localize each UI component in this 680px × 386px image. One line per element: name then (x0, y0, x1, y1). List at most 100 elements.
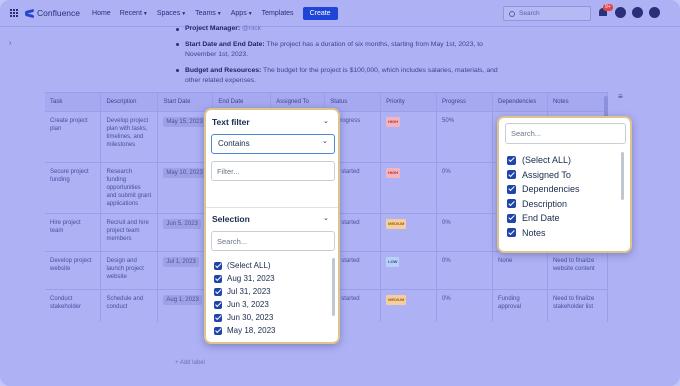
col-header-description[interactable]: Description (100, 93, 159, 112)
cell-task[interactable]: Conduct stakeholder (45, 289, 102, 322)
option-label: Jul 31, 2023 (227, 287, 271, 296)
nav-teams[interactable]: Teams▼ (195, 10, 222, 17)
selection-search-placeholder: Search... (217, 237, 248, 246)
cell-task[interactable]: Develop project website (45, 251, 102, 290)
checkbox-checked-icon[interactable] (214, 287, 222, 296)
cell-task[interactable]: Secure project funding (45, 162, 102, 214)
list-scrollbar[interactable] (332, 258, 335, 316)
column-list: (Select ALL) Assigned To Dependencies De… (507, 153, 619, 245)
option-label: May 18, 2023 (227, 326, 276, 335)
list-item: Budget and Resources: The budget for the… (175, 66, 505, 87)
filter-input[interactable]: Filter... (211, 161, 335, 181)
table-side-menu-icon[interactable]: ≡ (618, 92, 628, 101)
nav-home[interactable]: Home (92, 10, 111, 17)
chevron-down-icon: ▼ (142, 10, 148, 17)
cell-dependencies[interactable]: Funding approval (492, 289, 548, 322)
col-header-start-date[interactable]: Start Date (157, 93, 214, 112)
cell-description[interactable]: Recruit and hire project team members (100, 213, 159, 252)
cell-priority[interactable]: LOW (380, 251, 438, 290)
cell-description[interactable]: Develop project plan with tasks, timelin… (100, 111, 159, 163)
checkbox-checked-icon[interactable] (214, 313, 222, 322)
settings-icon[interactable] (632, 7, 643, 18)
checkbox-checked-icon[interactable] (507, 184, 516, 194)
cell-progress[interactable]: 0% (436, 251, 493, 290)
col-header-notes[interactable]: Notes (547, 93, 608, 112)
list-item[interactable]: End Date (507, 211, 619, 226)
cell-priority[interactable]: HIGH (380, 162, 438, 214)
add-label-link[interactable]: + Add label (175, 360, 205, 366)
list-item[interactable]: May 18, 2023 (214, 324, 332, 335)
notifications-icon[interactable]: 9+ (598, 4, 613, 18)
list-item[interactable]: (Select ALL) (214, 259, 332, 272)
col-header-progress[interactable]: Progress (436, 93, 493, 112)
priority-badge: MEDIUM (386, 294, 407, 305)
option-label: (Select ALL) (522, 155, 572, 166)
nav-spaces[interactable]: Spaces▼ (157, 10, 186, 17)
text-filter-title[interactable]: Text filter (212, 117, 250, 127)
checkbox-checked-icon[interactable] (507, 213, 516, 223)
search-input[interactable]: Search (503, 6, 591, 21)
selection-search-input[interactable]: Search... (211, 231, 335, 251)
list-item[interactable]: Jun 30, 2023 (214, 311, 332, 324)
checkbox-checked-icon[interactable] (214, 274, 222, 283)
checkbox-checked-icon[interactable] (507, 155, 516, 165)
checkbox-checked-icon[interactable] (214, 326, 222, 335)
cell-notes[interactable]: Need to finalize stakeholder list (547, 289, 608, 322)
cell-progress[interactable]: 0% (436, 289, 493, 322)
chevron-down-icon: ▼ (181, 10, 187, 17)
filter-operator-select[interactable]: Contains ⌄ (211, 134, 335, 154)
list-item[interactable]: (Select ALL) (507, 153, 619, 168)
column-search-input[interactable]: Search... (505, 123, 626, 144)
nav-templates[interactable]: Templates (262, 10, 294, 17)
sidebar-expand-icon[interactable]: › (9, 40, 11, 47)
nav-recent[interactable]: Recent▼ (120, 10, 148, 17)
list-item[interactable]: Aug 31, 2023 (214, 272, 332, 285)
search-icon (509, 10, 515, 17)
list-item[interactable]: Assigned To (507, 168, 619, 183)
col-header-dependencies[interactable]: Dependencies (492, 93, 548, 112)
help-icon[interactable] (615, 7, 626, 18)
app-switcher-icon[interactable] (10, 8, 19, 18)
list-item: Start Date and End Date: The project has… (175, 40, 505, 61)
cell-priority[interactable]: MEDIUM (380, 289, 438, 322)
top-nav: Confluence Home Recent▼ Spaces▼ Teams▼ A… (0, 0, 680, 27)
cell-priority[interactable]: MEDIUM (380, 213, 438, 252)
checkbox-checked-icon[interactable] (507, 199, 516, 209)
col-header-priority[interactable]: Priority (380, 93, 438, 112)
checkbox-checked-icon[interactable] (507, 170, 516, 180)
confluence-logo[interactable]: Confluence (25, 8, 80, 18)
list-item[interactable]: Jun 3, 2023 (214, 298, 332, 311)
cell-progress[interactable]: 0% (436, 213, 493, 252)
nav-apps[interactable]: Apps▼ (231, 10, 253, 17)
list-item[interactable]: Notes (507, 226, 619, 241)
list-item[interactable]: Description (507, 197, 619, 212)
cell-task[interactable]: Create project plan (45, 111, 102, 163)
bullet-label: Project Manager: (185, 25, 241, 32)
checkbox-checked-icon[interactable] (507, 228, 516, 238)
cell-description[interactable]: Schedule and conduct (100, 289, 159, 322)
cell-dependencies[interactable]: None (492, 251, 548, 290)
avatar[interactable] (649, 7, 660, 18)
list-scrollbar[interactable] (621, 152, 624, 200)
create-button[interactable]: Create (302, 6, 338, 20)
cell-description[interactable]: Research funding opportunities and submi… (100, 162, 159, 214)
cell-progress[interactable]: 0% (436, 162, 493, 214)
cell-description[interactable]: Design and launch project website (100, 251, 159, 290)
column-search-placeholder: Search... (511, 129, 542, 138)
chevron-down-icon[interactable]: ⌄ (323, 117, 329, 125)
list-item[interactable]: Dependencies (507, 182, 619, 197)
selection-title[interactable]: Selection (212, 214, 250, 224)
list-item[interactable]: Jul 31, 2023 (214, 285, 332, 298)
cell-priority[interactable]: HIGH (380, 111, 438, 163)
project-details-list: Project Manager: @nick Start Date and En… (175, 24, 505, 92)
user-mention[interactable]: @nick (240, 25, 261, 32)
col-header-task[interactable]: Task (45, 93, 102, 112)
cell-task[interactable]: Hire project team (45, 213, 102, 252)
nav-apps-label: Apps (230, 9, 247, 17)
checkbox-checked-icon[interactable] (214, 261, 222, 270)
column-chooser-popup: Search... (Select ALL) Assigned To Depen… (497, 116, 632, 253)
chevron-down-icon[interactable]: ⌄ (323, 214, 329, 222)
cell-notes[interactable]: Need to finalize website content (547, 251, 608, 290)
checkbox-checked-icon[interactable] (214, 300, 222, 309)
cell-progress[interactable]: 50% (436, 111, 493, 163)
